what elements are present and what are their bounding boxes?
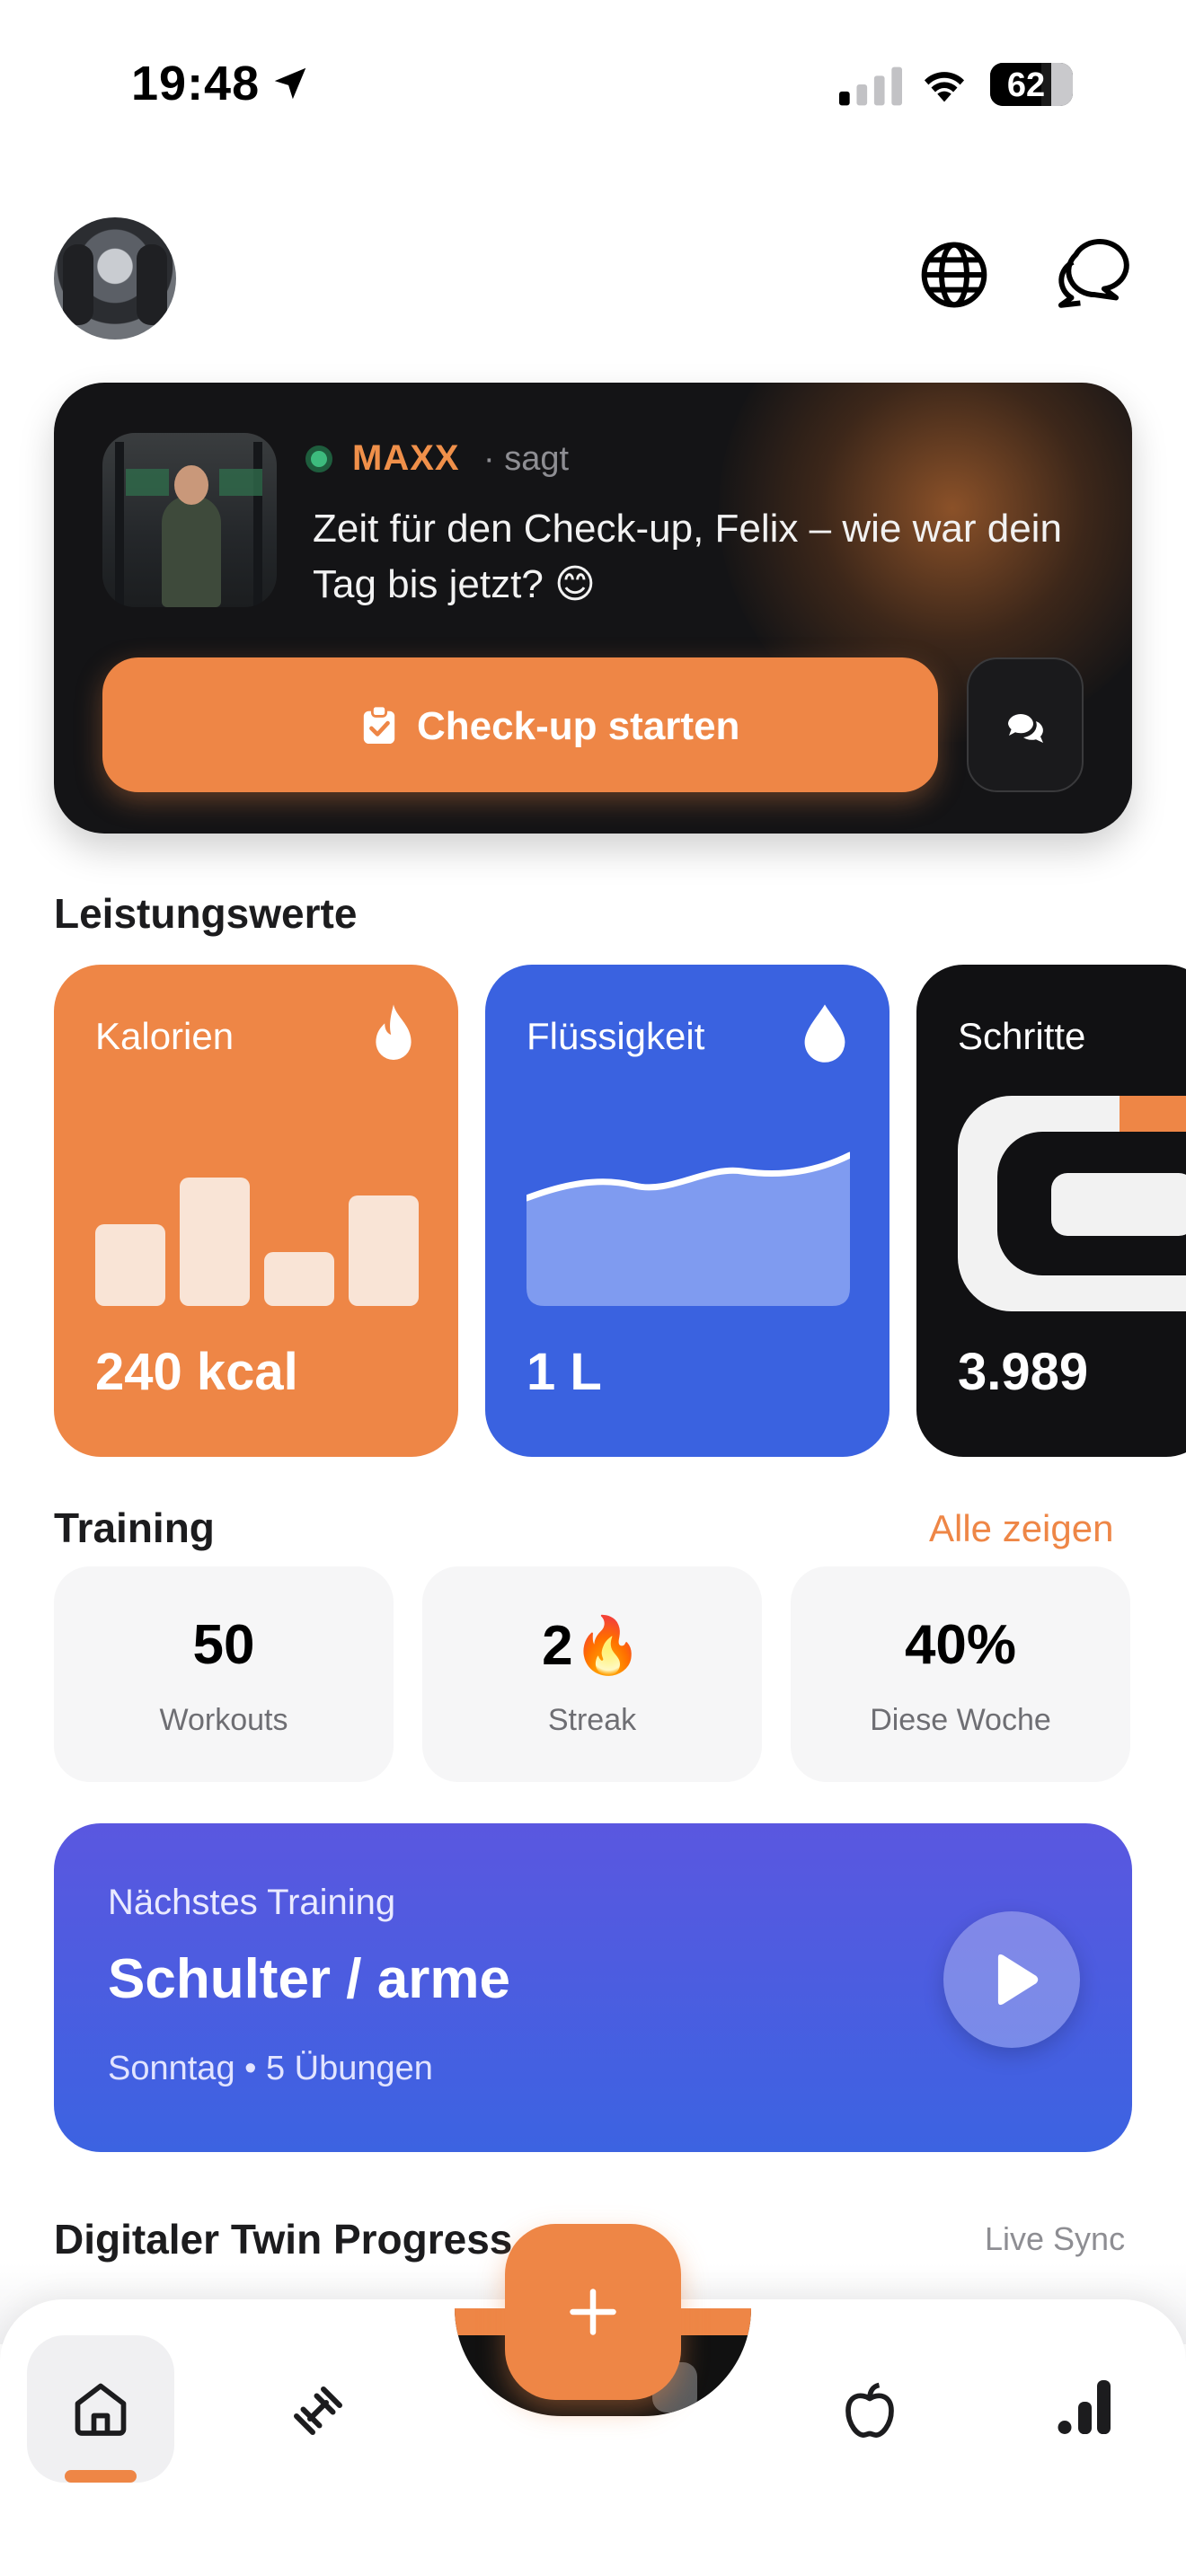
flame-icon — [376, 1004, 412, 1060]
home-icon — [75, 2383, 127, 2436]
photo-head — [174, 465, 208, 505]
bar-chart-icon[interactable] — [1051, 2375, 1116, 2439]
coach-says: · sagt — [483, 440, 570, 478]
start-checkup-button[interactable]: Check-up starten — [102, 657, 938, 792]
chat-bubbles-icon[interactable] — [1051, 235, 1130, 313]
tab-home[interactable] — [27, 2335, 174, 2483]
calories-bar — [95, 1224, 165, 1306]
workouts-label: Workouts — [159, 1703, 288, 1737]
steps-label: Schritte — [958, 1015, 1086, 1057]
photo-sign — [219, 469, 262, 496]
location-arrow-icon — [274, 67, 306, 100]
training-section-title: Training — [54, 1504, 215, 1551]
apple-icon[interactable] — [837, 2378, 902, 2443]
coach-name: MAXX — [352, 438, 460, 478]
open-chat-button[interactable] — [967, 657, 1084, 792]
steps-card[interactable]: Schritte 3.989 — [916, 965, 1186, 1457]
start-checkup-label: Check-up starten — [417, 704, 740, 748]
clipboard-check-icon — [363, 706, 395, 744]
wifi-icon — [924, 72, 965, 102]
fluids-label: Flüssigkeit — [527, 1015, 705, 1057]
calories-label: Kalorien — [95, 1015, 235, 1057]
status-bar: 19:48 62 — [0, 0, 1186, 171]
battery-indicator: 62 — [990, 63, 1073, 106]
photo-sign — [126, 469, 169, 496]
user-avatar[interactable] — [54, 217, 176, 340]
calories-bar — [180, 1178, 250, 1306]
calories-bar-chart — [95, 1157, 419, 1306]
photo-person — [162, 496, 221, 607]
calories-card[interactable]: Kalorien 240 kcal — [54, 965, 458, 1457]
fluids-wave-chart — [527, 1151, 850, 1306]
streak-label: Streak — [547, 1703, 637, 1737]
next-training-title: Schulter / arme — [108, 1948, 510, 2010]
streak-count: 2🔥 — [542, 1615, 642, 1677]
coach-photo[interactable] — [102, 433, 277, 607]
show-all-link[interactable]: Alle zeigen — [929, 1507, 1113, 1550]
start-training-button[interactable] — [943, 1911, 1080, 2048]
coach-message: Zeit für den Check-up, Felix – wie war d… — [313, 507, 1062, 606]
weekly-progress-value: 40% — [904, 1614, 1017, 1676]
calories-value: 240 kcal — [95, 1343, 298, 1401]
streak-stat: 2🔥 Streak — [422, 1566, 762, 1782]
battery-percent: 62 — [1006, 66, 1046, 104]
signal-icon — [839, 66, 902, 106]
dumbbell-icon[interactable] — [286, 2378, 350, 2443]
next-training-subtitle: Sonntag • 5 Übungen — [108, 2050, 433, 2087]
live-sync-label: Live Sync — [985, 2220, 1126, 2257]
fluids-value: 1 L — [527, 1343, 602, 1401]
fluids-card[interactable]: Flüssigkeit 1 L — [485, 965, 890, 1457]
water-drop-icon — [804, 1004, 845, 1063]
avatar-plate — [137, 244, 167, 325]
workouts-count: 50 — [192, 1614, 255, 1676]
weekly-progress-stat: 40% Diese Woche — [791, 1566, 1130, 1782]
status-time: 19:48 — [131, 57, 261, 110]
online-status-dot — [305, 446, 332, 472]
steps-value: 3.989 — [958, 1343, 1089, 1401]
performance-section-title: Leistungswerte — [54, 890, 358, 937]
next-training-card[interactable]: Nächstes Training Schulter / arme Sonnta… — [54, 1823, 1132, 2152]
digital-twin-title: Digitaler Twin Progress — [54, 2216, 513, 2263]
photo-rack — [115, 442, 124, 607]
active-tab-indicator — [65, 2470, 137, 2483]
play-icon — [997, 1954, 1039, 2006]
photo-rack — [253, 442, 262, 607]
workouts-stat: 50 Workouts — [54, 1566, 394, 1782]
calories-bar — [349, 1195, 419, 1306]
avatar-plate — [63, 244, 93, 325]
add-button[interactable] — [505, 2224, 681, 2400]
chat-icon — [1008, 714, 1043, 743]
coach-card: MAXX · sagt Zeit für den Check-up, Felix… — [54, 383, 1132, 834]
plus-icon — [570, 2289, 616, 2335]
next-training-overline: Nächstes Training — [108, 1883, 396, 1922]
weekly-progress-label: Diese Woche — [870, 1703, 1051, 1737]
calories-bar — [264, 1252, 334, 1306]
steps-ring-graphic — [958, 1096, 1186, 1311]
globe-icon[interactable] — [918, 239, 990, 311]
